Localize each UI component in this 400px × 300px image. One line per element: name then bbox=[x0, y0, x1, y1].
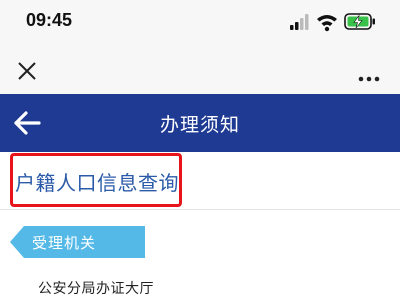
query-title-row: 户籍人口信息查询 bbox=[0, 152, 400, 210]
more-button[interactable] bbox=[358, 68, 380, 82]
signal-icon bbox=[290, 14, 309, 30]
status-time: 09:45 bbox=[26, 10, 73, 30]
close-icon bbox=[18, 62, 36, 80]
browser-bar bbox=[0, 44, 400, 94]
battery-charging-icon bbox=[344, 13, 375, 30]
section-tag: 受理机关 bbox=[10, 226, 145, 258]
status-bar: 09:45 bbox=[0, 0, 400, 44]
status-icons bbox=[290, 12, 380, 32]
close-button[interactable] bbox=[16, 60, 38, 82]
section-tag-label: 受理机关 bbox=[32, 234, 97, 252]
page-title: 办理须知 bbox=[159, 114, 240, 136]
wifi-icon bbox=[317, 15, 337, 32]
office-name: 公安分局办证大厅 bbox=[38, 281, 154, 297]
more-icon bbox=[358, 76, 380, 82]
page-header: 办理须知 bbox=[0, 94, 400, 152]
query-title: 户籍人口信息查询 bbox=[15, 171, 179, 195]
